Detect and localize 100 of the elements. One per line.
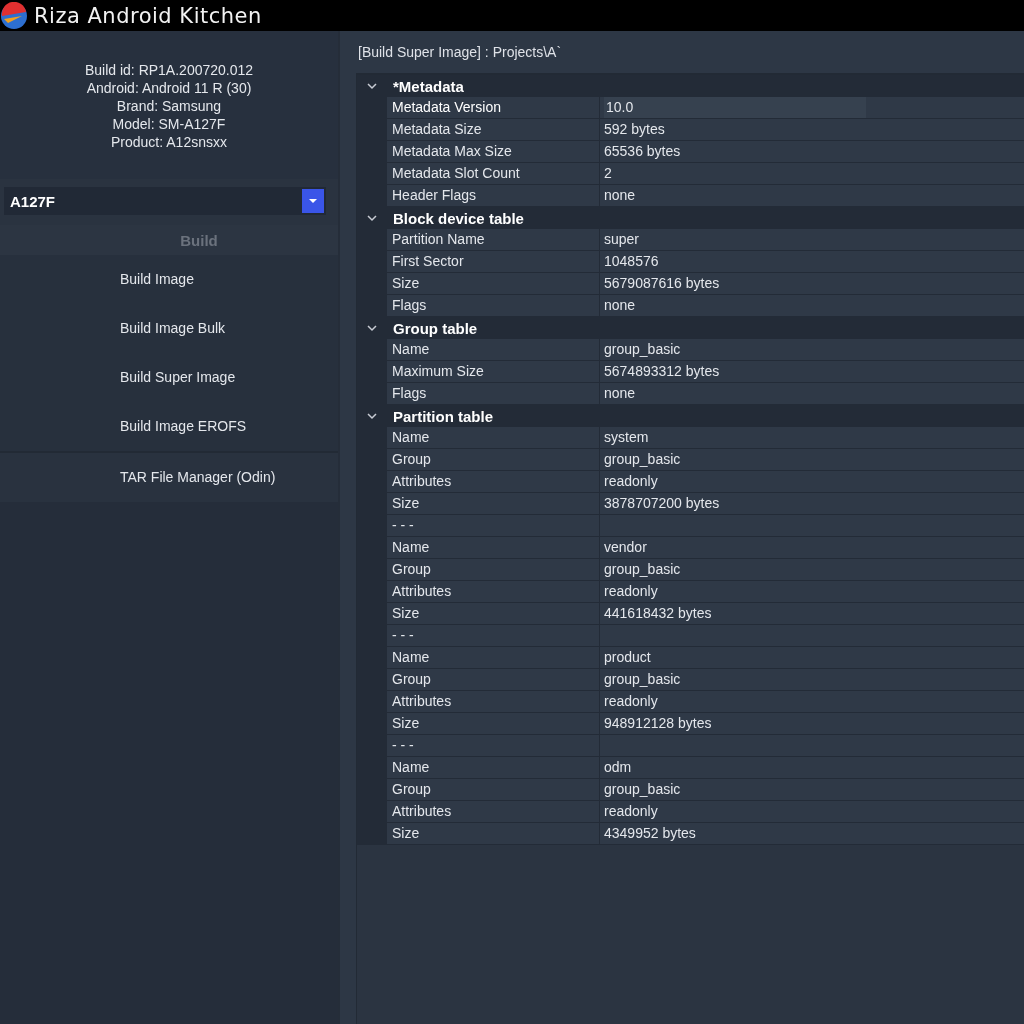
property-name: Group <box>387 779 600 800</box>
property-value: 4349952 bytes <box>604 824 696 843</box>
property-row[interactable]: Size 948912128 bytes <box>357 713 1024 735</box>
property-row[interactable]: Attributes readonly <box>357 801 1024 823</box>
property-row[interactable]: Partition Name super <box>357 229 1024 251</box>
property-row[interactable]: Maximum Size 5674893312 bytes <box>357 361 1024 383</box>
property-value: 592 bytes <box>604 120 665 139</box>
device-info-text: Android: Android 11 R (30) <box>86 79 252 97</box>
property-name: - - - <box>387 515 600 536</box>
property-row[interactable]: Name system <box>357 427 1024 449</box>
property-value: none <box>604 186 636 205</box>
property-value: 10.0 <box>604 97 866 118</box>
property-row[interactable]: First Sector 1048576 <box>357 251 1024 273</box>
property-value: 948912128 bytes <box>604 714 712 733</box>
property-value: none <box>604 296 636 315</box>
property-name: Size <box>387 713 600 734</box>
menu-item[interactable]: Build Image <box>0 254 338 304</box>
property-value: super <box>604 230 640 249</box>
section-title: Group table <box>392 319 478 337</box>
property-row[interactable]: Group group_basic <box>357 669 1024 691</box>
menu-item[interactable]: Build Image EROFS <box>0 401 338 451</box>
property-row[interactable]: Group group_basic <box>357 779 1024 801</box>
menu-header-text: Build <box>180 231 218 249</box>
property-name: Attributes <box>387 581 600 602</box>
property-name: Attributes <box>387 471 600 492</box>
property-row[interactable]: Group group_basic <box>357 449 1024 471</box>
menu-item[interactable]: Build Super Image <box>0 352 338 402</box>
property-name: Group <box>387 669 600 690</box>
property-value: group_basic <box>604 780 681 799</box>
property-value: 441618432 bytes <box>604 604 712 623</box>
property-name: Partition Name <box>387 229 600 250</box>
property-name: Name <box>387 537 600 558</box>
property-name: Size <box>387 493 600 514</box>
property-value: group_basic <box>604 340 681 359</box>
property-name: Name <box>387 647 600 668</box>
section-title: Partition table <box>392 407 493 425</box>
chevron-down-icon[interactable] <box>366 410 378 422</box>
property-name: Name <box>387 427 600 448</box>
property-row[interactable]: Metadata Slot Count 2 <box>357 163 1024 185</box>
chevron-down-icon[interactable] <box>366 80 378 92</box>
property-name: Size <box>387 273 600 294</box>
property-value: readonly <box>604 472 658 491</box>
property-row[interactable]: Name odm <box>357 757 1024 779</box>
property-name: First Sector <box>387 251 600 272</box>
property-value: 5679087616 bytes <box>604 274 720 293</box>
property-value: readonly <box>604 802 658 821</box>
section-title: *Metadata <box>392 77 464 95</box>
property-row[interactable]: Size 4349952 bytes <box>357 823 1024 845</box>
property-value: odm <box>604 758 632 777</box>
property-row[interactable]: Flags none <box>357 295 1024 317</box>
property-name: Attributes <box>387 801 600 822</box>
property-row[interactable]: Metadata Max Size 65536 bytes <box>357 141 1024 163</box>
property-name: Metadata Size <box>387 119 600 140</box>
chevron-down-icon[interactable] <box>366 322 378 334</box>
property-value: none <box>604 384 636 403</box>
property-value: 5674893312 bytes <box>604 362 720 381</box>
property-name: Header Flags <box>387 185 600 206</box>
property-row[interactable]: Size 3878707200 bytes <box>357 493 1024 515</box>
property-row[interactable]: Attributes readonly <box>357 691 1024 713</box>
property-row[interactable]: Size 5679087616 bytes <box>357 273 1024 295</box>
property-row[interactable]: - - - <box>357 515 1024 537</box>
window-title: Riza Android Kitchen <box>34 3 262 28</box>
property-value: 2 <box>604 164 612 183</box>
property-name: Name <box>387 339 600 360</box>
property-row[interactable]: Name vendor <box>357 537 1024 559</box>
property-name: Metadata Version <box>387 97 600 118</box>
menu-item[interactable]: TAR File Manager (Odin) <box>0 452 338 502</box>
property-row[interactable]: Metadata Size 592 bytes <box>357 119 1024 141</box>
device-info-text: Brand: Samsung <box>116 97 222 115</box>
property-row[interactable]: - - - <box>357 625 1024 647</box>
property-name: Group <box>387 559 600 580</box>
property-row[interactable]: Flags none <box>357 383 1024 405</box>
property-row[interactable]: Attributes readonly <box>357 471 1024 493</box>
property-value: 3878707200 bytes <box>604 494 720 513</box>
property-name: Group <box>387 449 600 470</box>
property-value: product <box>604 648 651 667</box>
property-row[interactable]: Name group_basic <box>357 339 1024 361</box>
property-name: Metadata Slot Count <box>387 163 600 184</box>
property-name: Flags <box>387 295 600 316</box>
breadcrumb-text: [Build Super Image] : Projects\A` <box>357 43 563 62</box>
property-name: - - - <box>387 625 600 646</box>
property-value: readonly <box>604 582 658 601</box>
property-row[interactable]: Metadata Version 10.0 <box>357 97 1024 119</box>
property-row[interactable]: Name product <box>357 647 1024 669</box>
property-value: group_basic <box>604 560 681 579</box>
chevron-down-icon[interactable] <box>366 212 378 224</box>
section-title: Block device table <box>392 209 524 227</box>
device-info-text: Model: SM-A127F <box>112 115 226 133</box>
property-row[interactable]: Group group_basic <box>357 559 1024 581</box>
property-row[interactable]: Header Flags none <box>357 185 1024 207</box>
logo-icon <box>0 1 28 30</box>
property-name: Size <box>387 823 600 844</box>
property-name: Maximum Size <box>387 361 600 382</box>
device-info-text: Build id: RP1A.200720.012 <box>84 61 254 79</box>
property-name: Flags <box>387 383 600 404</box>
property-row[interactable]: - - - <box>357 735 1024 757</box>
property-row[interactable]: Size 441618432 bytes <box>357 603 1024 625</box>
property-row[interactable]: Attributes readonly <box>357 581 1024 603</box>
device-dropdown[interactable]: A127F <box>4 187 326 215</box>
menu-item[interactable]: Build Image Bulk <box>0 303 338 353</box>
